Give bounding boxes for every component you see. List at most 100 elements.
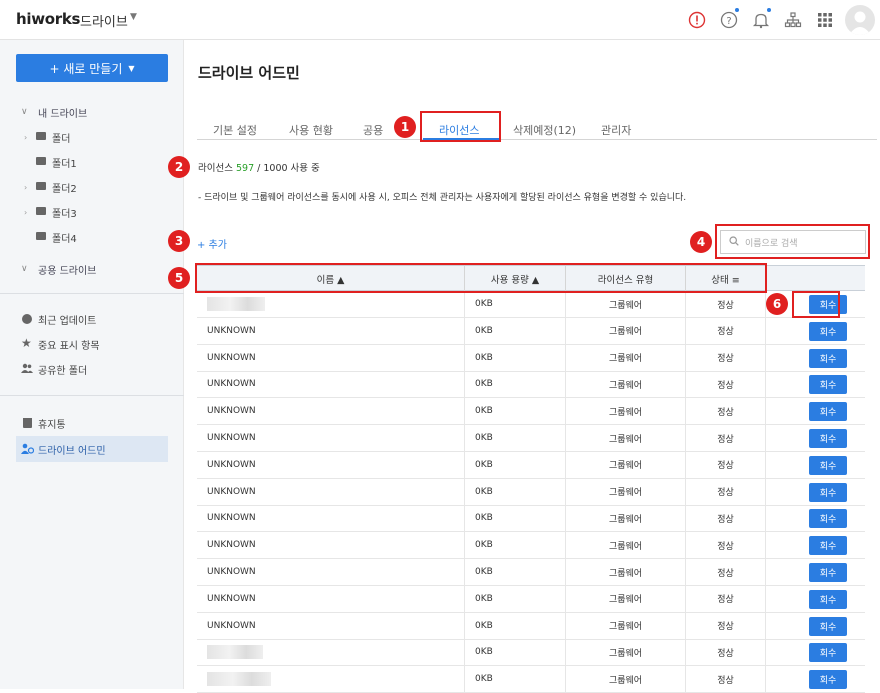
divider	[0, 395, 184, 396]
recall-button[interactable]: 회수	[809, 616, 847, 636]
cell-usage: 0KB	[465, 317, 566, 344]
cell-status: 정상	[686, 451, 766, 478]
cell-license-type: 그룹웨어	[566, 612, 686, 639]
table-row: UNKNOWN 0KB 그룹웨어 정상 회수	[197, 425, 865, 452]
cell-name: UNKNOWN	[197, 532, 465, 559]
chevron-down-icon[interactable]: ∨	[21, 107, 28, 117]
redacted-name	[207, 297, 265, 311]
cell-usage: 0KB	[465, 639, 566, 666]
cell-license-type: 그룹웨어	[566, 666, 686, 693]
help-notification-dot	[735, 8, 739, 12]
cell-name: UNKNOWN	[197, 478, 465, 505]
recall-button[interactable]: 회수	[809, 563, 847, 582]
sidebar-folder-item[interactable]: › 폴더	[0, 126, 184, 148]
redacted-name	[207, 645, 263, 660]
bell-icon[interactable]	[750, 9, 772, 31]
license-notice: - 드라이브 및 그룹웨어 라이선스를 동시에 사용 시, 오피스 전체 관리자…	[198, 193, 687, 203]
cell-name: UNKNOWN	[197, 585, 465, 612]
org-chart-icon[interactable]	[782, 9, 804, 31]
sidebar-folder-item[interactable]: › 폴더3	[0, 201, 184, 223]
tab-usage[interactable]: 사용 현황	[289, 122, 333, 138]
logo[interactable]: hiworks	[16, 10, 80, 28]
avatar[interactable]	[845, 5, 875, 35]
cell-name: UNKNOWN	[197, 505, 465, 532]
table-row: UNKNOWN 0KB 그룹웨어 정상 회수	[197, 612, 865, 640]
cell-status: 정상	[686, 639, 766, 666]
sidebar-starred[interactable]: ★ 중요 표시 항목	[0, 333, 184, 355]
cell-status: 정상	[686, 559, 766, 585]
folder-label: 폴더3	[52, 208, 77, 220]
help-icon[interactable]: ?	[718, 9, 740, 31]
apps-grid-icon[interactable]	[814, 9, 836, 31]
new-create-button[interactable]: + 새로 만들기 ▼	[16, 54, 168, 82]
chevron-down-icon[interactable]: ▼	[130, 12, 137, 22]
chevron-right-icon[interactable]: ›	[24, 208, 27, 217]
chevron-right-icon[interactable]: ›	[24, 183, 27, 192]
sidebar-my-drive[interactable]: ∨ 내 드라이브	[0, 101, 184, 123]
table-row: 0KB 그룹웨어 정상 회수	[197, 639, 865, 667]
sidebar-shared-folder[interactable]: 공유한 폴더	[0, 358, 184, 380]
sidebar-folder-item[interactable]: 폴더1	[0, 151, 184, 173]
cell-status: 정상	[686, 532, 766, 559]
cell-usage: 0KB	[465, 559, 566, 585]
sidebar-folder-item[interactable]: › 폴더2	[0, 176, 184, 198]
recall-button[interactable]: 회수	[809, 589, 847, 609]
cell-name	[197, 666, 465, 693]
chevron-down-icon[interactable]: ∨	[21, 264, 28, 274]
recall-button[interactable]: 회수	[809, 321, 847, 341]
sidebar-drive-admin[interactable]: 드라이브 어드민	[0, 438, 184, 460]
recall-button[interactable]: 회수	[809, 402, 847, 422]
annotation-badge: 3	[168, 230, 190, 252]
recall-button[interactable]: 회수	[809, 482, 847, 502]
table-row: 0KB 그룹웨어 정상 회수	[197, 291, 865, 318]
sidebar-folder-item[interactable]: 폴더4	[0, 226, 184, 248]
cell-license-type: 그룹웨어	[566, 344, 686, 371]
cell-license-type: 그룹웨어	[566, 505, 686, 532]
recall-button[interactable]: 회수	[809, 455, 847, 475]
sidebar-recent[interactable]: 최근 업데이트	[0, 308, 184, 330]
recall-button[interactable]: 회수	[809, 509, 847, 529]
table-row: UNKNOWN 0KB 그룹웨어 정상 회수	[197, 559, 865, 586]
starred-label: 중요 표시 항목	[38, 340, 100, 352]
table-row: UNKNOWN 0KB 그룹웨어 정상 회수	[197, 371, 865, 399]
trash-label: 휴지통	[38, 419, 66, 431]
page-title: 드라이브 어드민	[198, 64, 300, 82]
table-row: UNKNOWN 0KB 그룹웨어 정상 회수	[197, 317, 865, 345]
cell-license-type: 그룹웨어	[566, 291, 686, 317]
recall-button[interactable]: 회수	[809, 375, 847, 395]
sidebar-trash[interactable]: 휴지통	[0, 412, 184, 434]
tab-shared[interactable]: 공용	[363, 122, 383, 138]
cell-status: 정상	[686, 344, 766, 371]
cell-license-type: 그룹웨어	[566, 317, 686, 344]
cell-license-type: 그룹웨어	[566, 425, 686, 451]
tab-managers[interactable]: 관리자	[601, 122, 631, 138]
tab-bar: 기본 설정 사용 현황 공용 라이선스 삭제예정(12) 관리자	[197, 118, 877, 140]
recall-button[interactable]: 회수	[809, 670, 847, 690]
cell-license-type: 그룹웨어	[566, 559, 686, 585]
recall-button[interactable]: 회수	[809, 348, 847, 368]
shared-folder-label: 공유한 폴더	[38, 365, 88, 377]
cell-license-type: 그룹웨어	[566, 451, 686, 478]
annotation-badge: 6	[766, 293, 788, 315]
add-user-link[interactable]: + 추가	[197, 236, 227, 251]
cell-name: UNKNOWN	[197, 371, 465, 398]
recall-button[interactable]: 회수	[809, 643, 847, 663]
recall-button[interactable]: 회수	[809, 429, 847, 448]
tab-scheduled-deletion[interactable]: 삭제예정(12)	[513, 122, 576, 138]
alert-icon[interactable]	[686, 9, 708, 31]
cell-usage: 0KB	[465, 505, 566, 532]
cell-usage: 0KB	[465, 291, 566, 317]
recall-button[interactable]: 회수	[809, 536, 847, 556]
main-content: 드라이브 어드민 기본 설정 사용 현황 공용 라이선스 삭제예정(12) 관리…	[168, 40, 880, 693]
column-header-action	[766, 266, 865, 292]
cell-status: 정상	[686, 478, 766, 505]
divider	[0, 293, 184, 294]
cell-name: UNKNOWN	[197, 398, 465, 425]
app-switcher-label[interactable]: 드라이브	[80, 11, 128, 30]
admin-label: 드라이브 어드민	[38, 445, 106, 457]
tab-basic-settings[interactable]: 기본 설정	[213, 122, 257, 138]
chevron-right-icon[interactable]: ›	[24, 133, 27, 142]
trash-icon	[23, 418, 32, 428]
sidebar-shared-drive[interactable]: ∨ 공용 드라이브	[0, 258, 184, 280]
folder-label: 폴더	[52, 133, 71, 145]
